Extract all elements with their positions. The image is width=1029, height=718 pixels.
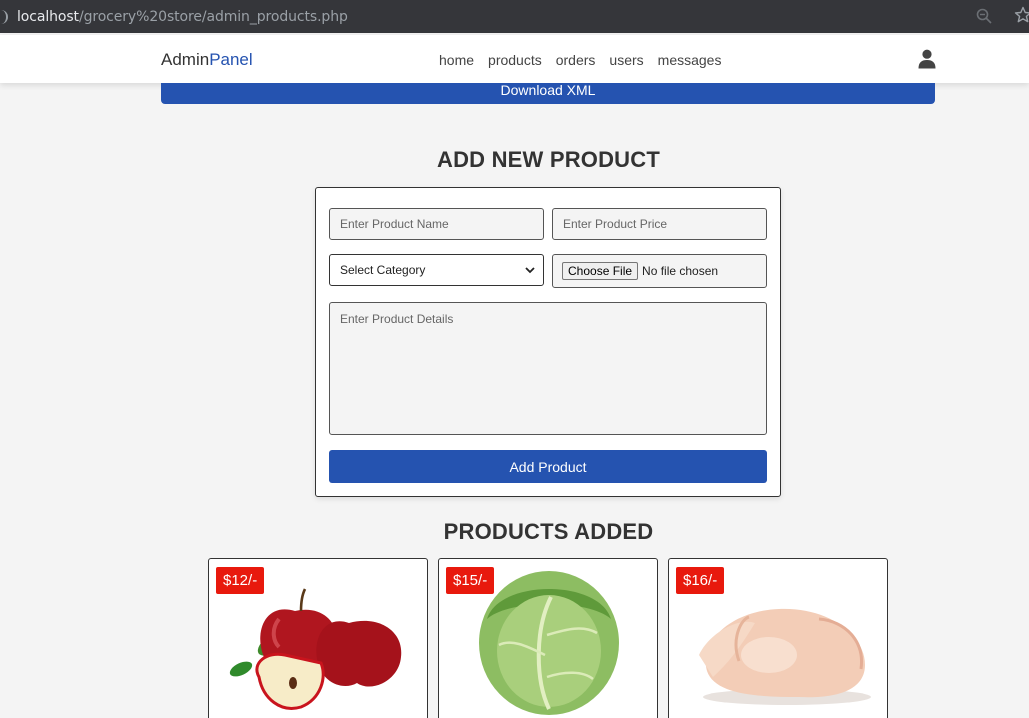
nav-home[interactable]: home bbox=[439, 52, 474, 68]
category-select[interactable]: Select Category bbox=[329, 254, 544, 286]
product-card[interactable]: $16/- bbox=[668, 558, 888, 718]
add-product-form: Enter Product Name Enter Product Price S… bbox=[315, 187, 781, 497]
nav-users[interactable]: users bbox=[609, 52, 643, 68]
products-added-title: PRODUCTS ADDED bbox=[443, 519, 654, 544]
url-host: localhost bbox=[17, 8, 79, 25]
price-badge: $16/- bbox=[676, 567, 725, 594]
browser-url-bar[interactable]: localhost/grocery%20store/admin_products… bbox=[0, 0, 1029, 33]
product-card[interactable]: $15/- bbox=[438, 558, 658, 718]
bookmark-star-icon[interactable] bbox=[1014, 6, 1029, 24]
product-image-file-input[interactable]: Choose File No file chosen bbox=[552, 254, 767, 288]
choose-file-button[interactable]: Choose File bbox=[562, 262, 639, 280]
chevron-down-icon bbox=[525, 266, 535, 273]
add-product-title: ADD NEW PRODUCT bbox=[437, 147, 660, 172]
url-path: /grocery%20store/admin_products.php bbox=[78, 8, 348, 25]
nav-orders[interactable]: orders bbox=[556, 52, 596, 68]
logo-accent: Panel bbox=[209, 50, 253, 69]
admin-logo[interactable]: AdminPanel bbox=[161, 50, 253, 70]
main-nav: home products orders users messages bbox=[439, 52, 721, 68]
download-xml-button[interactable]: Download XML bbox=[161, 83, 935, 104]
file-status-text: No file chosen bbox=[642, 264, 719, 278]
nav-messages[interactable]: messages bbox=[658, 52, 722, 68]
product-price-input[interactable]: Enter Product Price bbox=[552, 208, 767, 240]
product-name-input[interactable]: Enter Product Name bbox=[329, 208, 544, 240]
product-card[interactable]: $12/- bbox=[208, 558, 428, 718]
logo-main: Admin bbox=[161, 50, 210, 69]
zoom-icon[interactable] bbox=[976, 8, 992, 24]
url-text[interactable]: localhost/grocery%20store/admin_products… bbox=[17, 9, 348, 25]
site-info-icon[interactable] bbox=[0, 9, 8, 24]
add-product-button[interactable]: Add Product bbox=[329, 450, 767, 483]
user-icon[interactable] bbox=[918, 49, 936, 69]
category-selected-value: Select Category bbox=[340, 263, 426, 277]
product-details-textarea[interactable]: Enter Product Details bbox=[329, 302, 767, 435]
price-badge: $15/- bbox=[446, 567, 495, 594]
price-badge: $12/- bbox=[216, 567, 265, 594]
nav-products[interactable]: products bbox=[488, 52, 542, 68]
admin-header: AdminPanel home products orders users me… bbox=[0, 35, 1029, 83]
